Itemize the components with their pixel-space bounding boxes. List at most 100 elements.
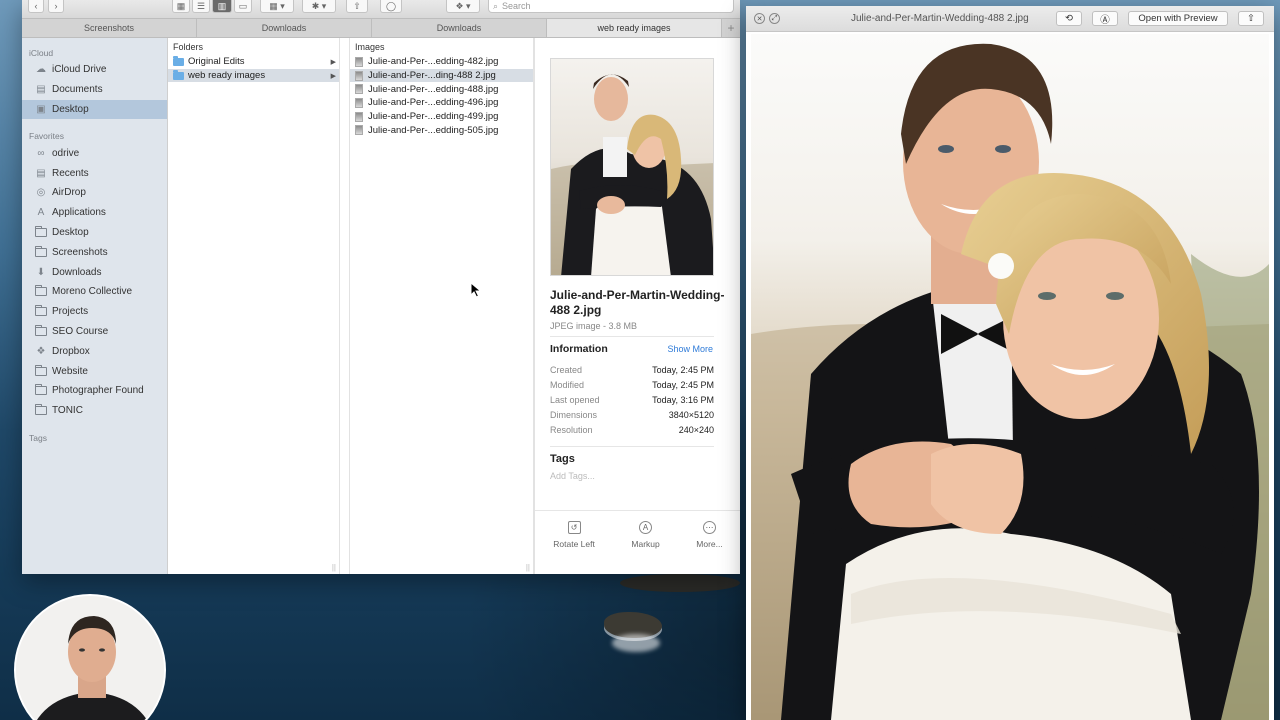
sidebar-item-dropbox[interactable]: ❖ Dropbox	[22, 341, 167, 361]
airdrop-icon: ◎	[36, 187, 46, 199]
share-icon: ⇧	[353, 0, 361, 11]
share-button[interactable]: ⇧	[346, 0, 368, 13]
sidebar-item-icloud-drive[interactable]: ☁ iCloud Drive	[22, 60, 167, 80]
preview-file-type: JPEG image - 3.8 MB	[550, 321, 638, 331]
sidebar-item-website[interactable]: Website	[22, 361, 167, 381]
quick-look-image[interactable]	[751, 34, 1269, 720]
info-table: Created Today, 2:45 PM Modified Today, 2…	[550, 362, 714, 438]
desktop-icon: ▣	[36, 103, 46, 115]
info-key: Dimensions	[550, 410, 598, 421]
sidebar-item-photographer-found[interactable]: Photographer Found	[22, 381, 167, 401]
list-item[interactable]: Julie-and-Per-...edding-496.jpg	[350, 96, 533, 110]
preview-image[interactable]	[550, 58, 714, 276]
info-row: Modified Today, 2:45 PM	[550, 377, 714, 392]
open-with-preview-button[interactable]: Open with Preview	[1128, 11, 1228, 26]
list-view-button[interactable]: ☰	[192, 0, 210, 13]
search-field[interactable]: ⌕ Search	[488, 0, 734, 13]
forward-button[interactable]: ›	[48, 0, 64, 13]
list-item[interactable]: Julie-and-Per-...edding-499.jpg	[350, 110, 533, 124]
list-item[interactable]: Original Edits ▶	[168, 55, 339, 69]
column-view-button[interactable]: ▥	[212, 0, 232, 13]
group-icon: ▦ ▾	[269, 0, 285, 11]
tab-downloads[interactable]: Downloads	[197, 19, 372, 37]
folder-icon	[173, 55, 184, 66]
rotate-button[interactable]: ⟲	[1056, 11, 1082, 26]
sidebar-item-downloads[interactable]: ⬇ Downloads	[22, 262, 167, 282]
info-row: Last opened Today, 3:16 PM	[550, 392, 714, 407]
quick-look-titlebar[interactable]: ✕ ⤢ Julie-and-Per-Martin-Wedding-488 2.j…	[746, 6, 1274, 32]
sidebar-item-seo-course[interactable]: SEO Course	[22, 322, 167, 342]
divider	[550, 446, 714, 447]
document-icon: ▤	[36, 84, 46, 96]
info-row: Resolution 240×240	[550, 423, 714, 438]
close-icon: ✕	[756, 15, 763, 23]
sidebar-item-moreno-collective[interactable]: Moreno Collective	[22, 282, 167, 302]
markup-button[interactable]: A Markup	[631, 521, 660, 574]
more-button[interactable]: ⋯ More...	[696, 521, 723, 574]
column-resize-handle[interactable]: ||	[332, 563, 336, 572]
sidebar-item-projects[interactable]: Projects	[22, 302, 167, 322]
tag-icon: ◯	[385, 0, 397, 11]
sidebar-item-label: Photographer Found	[52, 385, 144, 397]
sidebar-item-documents[interactable]: ▤ Documents	[22, 80, 167, 100]
sidebar-item-recents[interactable]: ▤ Recents	[22, 163, 167, 183]
list-item[interactable]: Julie-and-Per-...ding-488 2.jpg	[350, 68, 533, 83]
quick-actions: ↺ Rotate Left A Markup ⋯ More...	[535, 510, 740, 574]
group-button[interactable]: ▦ ▾	[260, 0, 294, 13]
info-value: Today, 3:16 PM	[652, 394, 714, 405]
add-tags-field[interactable]: Add Tags...	[550, 471, 595, 481]
expand-icon: ⤢	[771, 14, 778, 22]
info-key: Resolution	[550, 425, 593, 436]
folder-icon	[35, 324, 47, 336]
new-tab-button[interactable]: +	[722, 19, 740, 37]
tab-downloads-2[interactable]: Downloads	[372, 19, 547, 37]
markup-button-ql[interactable]: Ⓐ	[1092, 11, 1118, 26]
sidebar-item-airdrop[interactable]: ◎ AirDrop	[22, 183, 167, 203]
list-item[interactable]: web ready images ▶	[168, 68, 339, 83]
tag-button[interactable]: ◯	[380, 0, 402, 13]
chevron-left-icon: ‹	[34, 1, 38, 11]
cloud-icon: ☁	[36, 64, 46, 76]
list-item[interactable]: Julie-and-Per-...edding-505.jpg	[350, 123, 533, 137]
tab-screenshots[interactable]: Screenshots	[22, 19, 197, 37]
sidebar-item-tonic[interactable]: TONIC	[22, 401, 167, 421]
markup-icon: Ⓐ	[1100, 14, 1110, 26]
gallery-icon: ▭	[238, 0, 248, 11]
icon-view-button[interactable]: ▦	[172, 0, 190, 13]
share-button-ql[interactable]: ⇧	[1238, 11, 1264, 26]
show-more-link[interactable]: Show More	[667, 344, 713, 354]
dropbox-button[interactable]: ❖ ▾	[446, 0, 480, 13]
sidebar-item-screenshots[interactable]: Screenshots	[22, 242, 167, 262]
rotate-left-button[interactable]: ↺ Rotate Left	[553, 521, 595, 574]
gallery-view-button[interactable]: ▭	[234, 0, 252, 13]
fullscreen-button[interactable]: ⤢	[769, 13, 780, 24]
info-row: Dimensions 3840×5120	[550, 408, 714, 423]
tab-web-ready-images[interactable]: web ready images	[547, 19, 722, 37]
wallpaper-rock	[620, 574, 740, 592]
sidebar-item-odrive[interactable]: ∞ odrive	[22, 143, 167, 163]
column-resize-handle[interactable]: ||	[526, 563, 530, 572]
sidebar-heading-icloud: iCloud	[29, 48, 54, 58]
info-key: Created	[550, 364, 583, 375]
close-button[interactable]: ✕	[754, 13, 765, 24]
action-button[interactable]: ✱ ▾	[302, 0, 336, 13]
list-item-label: Julie-and-Per-...edding-488.jpg	[368, 83, 499, 95]
list-icon: ☰	[196, 0, 206, 11]
sidebar-item-desktop-icloud[interactable]: ▣ Desktop	[22, 99, 167, 120]
sidebar-item-label: Dropbox	[52, 345, 90, 357]
sidebar-item-label: TONIC	[52, 405, 83, 417]
back-button[interactable]: ‹	[28, 0, 44, 13]
information-heading: Information	[550, 343, 608, 355]
folder-icon	[35, 404, 47, 416]
list-item[interactable]: Julie-and-Per-...edding-488.jpg	[350, 82, 533, 96]
list-item[interactable]: Julie-and-Per-...edding-482.jpg	[350, 55, 533, 69]
folders-column: Folders Original Edits ▶ web ready image…	[168, 38, 340, 574]
sidebar-item-desktop[interactable]: Desktop	[22, 223, 167, 243]
wallpaper-surf	[612, 634, 660, 652]
folder-icon	[35, 225, 47, 237]
sidebar-item-applications[interactable]: A Applications	[22, 203, 167, 223]
sidebar-item-label: Website	[52, 365, 88, 377]
tab-bar: Screenshots Downloads Downloads web read…	[22, 18, 740, 38]
folder-icon	[35, 384, 47, 396]
recents-icon: ▤	[36, 167, 46, 179]
